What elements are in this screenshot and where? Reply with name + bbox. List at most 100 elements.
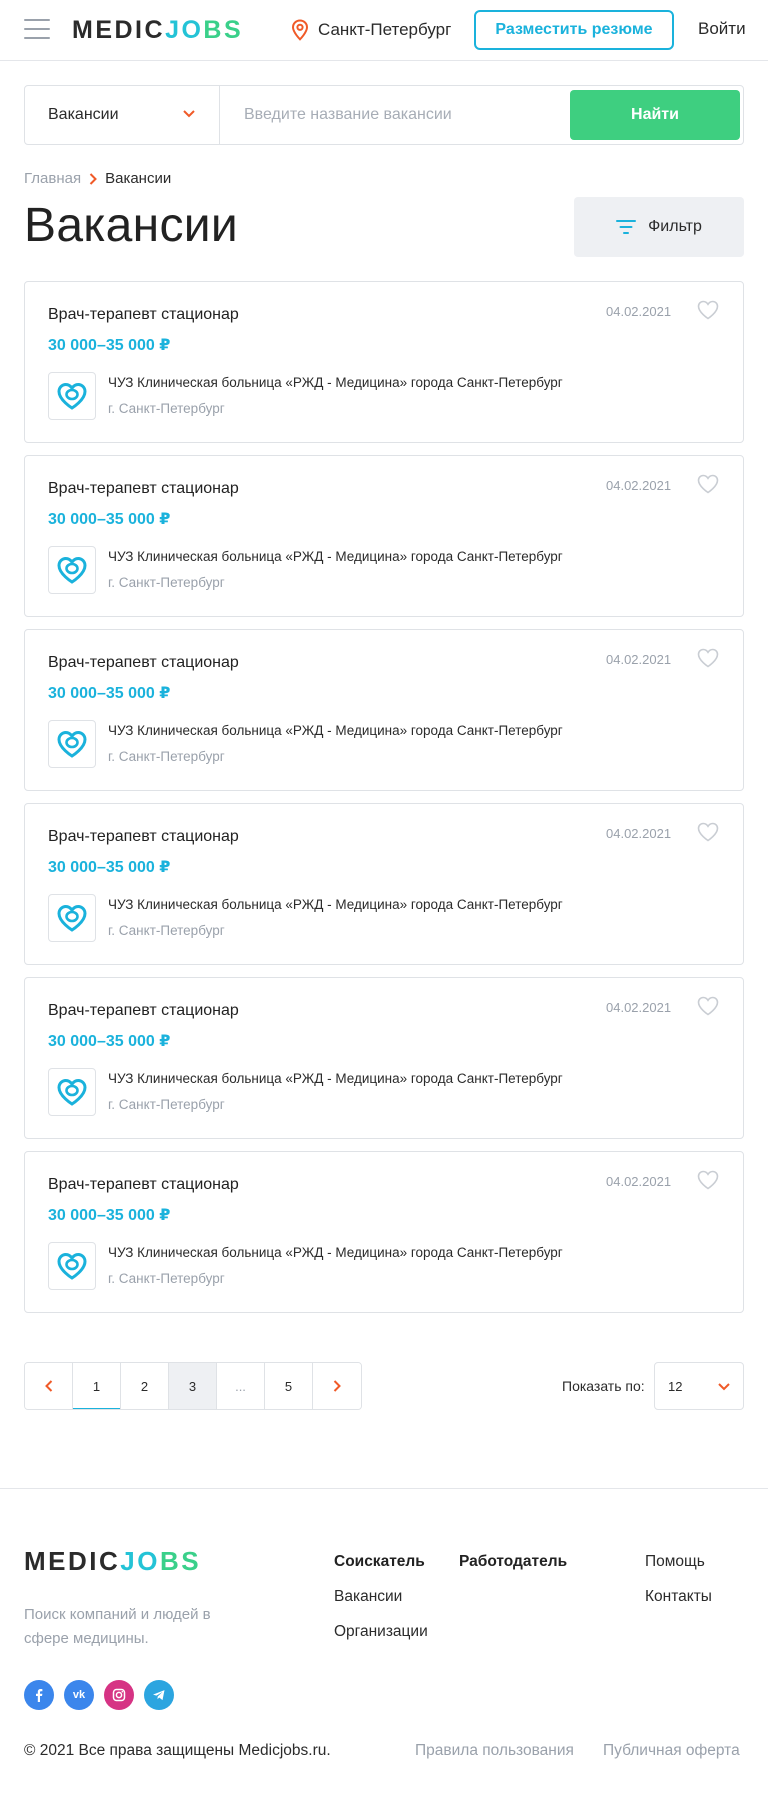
per-page-label: Показать по: bbox=[562, 1378, 645, 1394]
organization-name[interactable]: ЧУЗ Клиническая больница «РЖД - Медицина… bbox=[108, 1071, 563, 1086]
public-offer-link[interactable]: Публичная оферта bbox=[603, 1742, 740, 1760]
vk-glyph: vk bbox=[72, 1689, 86, 1701]
chevron-down-icon bbox=[718, 1383, 730, 1391]
site-header: MEDICJOBS Санкт-Петербург Разместить рез… bbox=[0, 0, 768, 61]
organization-logo bbox=[48, 372, 96, 420]
footer-jobseeker-heading[interactable]: Соискатель bbox=[334, 1553, 425, 1571]
organization-logo bbox=[48, 720, 96, 768]
vacancy-title[interactable]: Врач-терапевт стационар bbox=[48, 1002, 239, 1020]
breadcrumb: Главная Вакансии bbox=[24, 170, 171, 187]
logo-text-jo: JO bbox=[165, 16, 204, 44]
chevron-down-icon bbox=[183, 110, 195, 118]
vacancy-city: г. Санкт-Петербург bbox=[108, 575, 225, 590]
vacancy-title[interactable]: Врач-терапевт стационар bbox=[48, 306, 239, 324]
logo-text-bs: BS bbox=[203, 16, 244, 44]
favorite-heart-icon[interactable] bbox=[697, 474, 719, 494]
favorite-heart-icon[interactable] bbox=[697, 648, 719, 668]
footer-link-help[interactable]: Помощь bbox=[645, 1553, 705, 1571]
vacancy-title[interactable]: Врач-терапевт стационар bbox=[48, 654, 239, 672]
facebook-glyph bbox=[36, 1689, 43, 1702]
vacancy-salary: 30 000–35 000 ₽ bbox=[48, 337, 171, 354]
footer-logo[interactable]: MEDICJOBS bbox=[24, 1546, 201, 1577]
login-link[interactable]: Войти bbox=[698, 19, 746, 39]
vacancy-city: г. Санкт-Петербург bbox=[108, 1097, 225, 1112]
vacancy-card[interactable]: Врач-терапевт стационар 30 000–35 000 ₽ 04… bbox=[24, 977, 744, 1139]
chevron-left-icon bbox=[44, 1380, 52, 1392]
page-button[interactable]: 3 bbox=[169, 1363, 217, 1409]
vacancy-salary: 30 000–35 000 ₽ bbox=[48, 1033, 171, 1050]
post-resume-button[interactable]: Разместить резюме bbox=[474, 10, 674, 50]
vacancy-salary: 30 000–35 000 ₽ bbox=[48, 511, 171, 528]
footer-link-vacancies[interactable]: Вакансии bbox=[334, 1588, 402, 1606]
vacancy-salary: 30 000–35 000 ₽ bbox=[48, 685, 171, 702]
vacancy-date: 04.02.2021 bbox=[606, 304, 672, 319]
facebook-icon[interactable] bbox=[24, 1680, 54, 1710]
page-button[interactable]: 5 bbox=[265, 1363, 313, 1409]
organization-logo bbox=[48, 894, 96, 942]
vacancy-card[interactable]: Врач-терапевт стационар 30 000–35 000 ₽ 04… bbox=[24, 629, 744, 791]
vacancy-title[interactable]: Врач-терапевт стационар bbox=[48, 480, 239, 498]
vacancy-date: 04.02.2021 bbox=[606, 1000, 672, 1015]
chevron-right-icon bbox=[89, 172, 98, 185]
vacancy-title[interactable]: Врач-терапевт стационар bbox=[48, 828, 239, 846]
find-button[interactable]: Найти bbox=[570, 90, 740, 140]
logo-text-jo: JO bbox=[120, 1546, 160, 1576]
filter-button[interactable]: Фильтр bbox=[574, 197, 744, 257]
next-page-button[interactable] bbox=[313, 1363, 361, 1409]
logo-text-bs: BS bbox=[159, 1546, 202, 1576]
footer-tagline: Поиск компаний и людей в сфере медицины. bbox=[24, 1606, 211, 1647]
filter-label: Фильтр bbox=[648, 218, 702, 235]
vacancy-card[interactable]: Врач-терапевт стационар 30 000–35 000 ₽ 04… bbox=[24, 281, 744, 443]
vk-icon[interactable]: vk bbox=[64, 1680, 94, 1710]
vacancy-card[interactable]: Врач-терапевт стационар 30 000–35 000 ₽ 04… bbox=[24, 803, 744, 965]
favorite-heart-icon[interactable] bbox=[697, 1170, 719, 1190]
organization-logo bbox=[48, 546, 96, 594]
organization-name[interactable]: ЧУЗ Клиническая больница «РЖД - Медицина… bbox=[108, 723, 563, 738]
filter-icon bbox=[616, 220, 637, 234]
footer-employer-heading[interactable]: Работодатель bbox=[459, 1553, 567, 1571]
vacancy-city: г. Санкт-Петербург bbox=[108, 1271, 225, 1286]
breadcrumb-home[interactable]: Главная bbox=[24, 170, 81, 187]
favorite-heart-icon[interactable] bbox=[697, 822, 719, 842]
footer-link-organizations[interactable]: Организации bbox=[334, 1623, 428, 1641]
heart-logo-icon bbox=[57, 1078, 87, 1106]
organization-name[interactable]: ЧУЗ Клиническая больница «РЖД - Медицина… bbox=[108, 897, 563, 912]
logo-text-medic: MEDIC bbox=[24, 1546, 121, 1576]
vacancy-city: г. Санкт-Петербург bbox=[108, 923, 225, 938]
vacancy-salary: 30 000–35 000 ₽ bbox=[48, 859, 171, 876]
heart-logo-icon bbox=[57, 556, 87, 584]
search-category-label: Вакансии bbox=[48, 106, 119, 123]
logo[interactable]: MEDICJOBS bbox=[72, 16, 243, 45]
location-pin-icon bbox=[291, 19, 309, 41]
pagination: 1 2 3 ... 5 bbox=[24, 1362, 362, 1410]
copyright: © 2021 Все права защищены Medicjobs.ru. bbox=[24, 1742, 331, 1759]
city-label: Санкт-Петербург bbox=[318, 20, 452, 39]
heart-logo-icon bbox=[57, 904, 87, 932]
organization-name[interactable]: ЧУЗ Клиническая больница «РЖД - Медицина… bbox=[108, 549, 563, 564]
vacancy-date: 04.02.2021 bbox=[606, 652, 672, 667]
favorite-heart-icon[interactable] bbox=[697, 300, 719, 320]
telegram-icon[interactable] bbox=[144, 1680, 174, 1710]
organization-name[interactable]: ЧУЗ Клиническая больница «РЖД - Медицина… bbox=[108, 1245, 563, 1260]
favorite-heart-icon[interactable] bbox=[697, 996, 719, 1016]
menu-icon[interactable] bbox=[24, 19, 50, 41]
city-selector[interactable]: Санкт-Петербург bbox=[291, 19, 451, 41]
instagram-icon[interactable] bbox=[104, 1680, 134, 1710]
organization-name[interactable]: ЧУЗ Клиническая больница «РЖД - Медицина… bbox=[108, 375, 563, 390]
search-input[interactable] bbox=[221, 86, 561, 144]
prev-page-button[interactable] bbox=[25, 1363, 73, 1409]
per-page-select[interactable]: 12 bbox=[654, 1362, 744, 1410]
vacancy-title[interactable]: Врач-терапевт стационар bbox=[48, 1176, 239, 1194]
vacancy-card[interactable]: Врач-терапевт стационар 30 000–35 000 ₽ 04… bbox=[24, 1151, 744, 1313]
search-category-select[interactable]: Вакансии bbox=[25, 86, 220, 144]
per-page-value: 12 bbox=[668, 1378, 683, 1394]
page-ellipsis: ... bbox=[217, 1363, 265, 1409]
terms-link[interactable]: Правила пользования bbox=[415, 1742, 574, 1760]
footer-link-contacts[interactable]: Контакты bbox=[645, 1588, 712, 1606]
vacancy-card[interactable]: Врач-терапевт стационар 30 000–35 000 ₽ 04… bbox=[24, 455, 744, 617]
footer-divider bbox=[0, 1488, 768, 1489]
page-button[interactable]: 1 bbox=[73, 1363, 121, 1409]
page-button[interactable]: 2 bbox=[121, 1363, 169, 1409]
chevron-right-icon bbox=[333, 1380, 341, 1392]
vacancy-date: 04.02.2021 bbox=[606, 1174, 672, 1189]
